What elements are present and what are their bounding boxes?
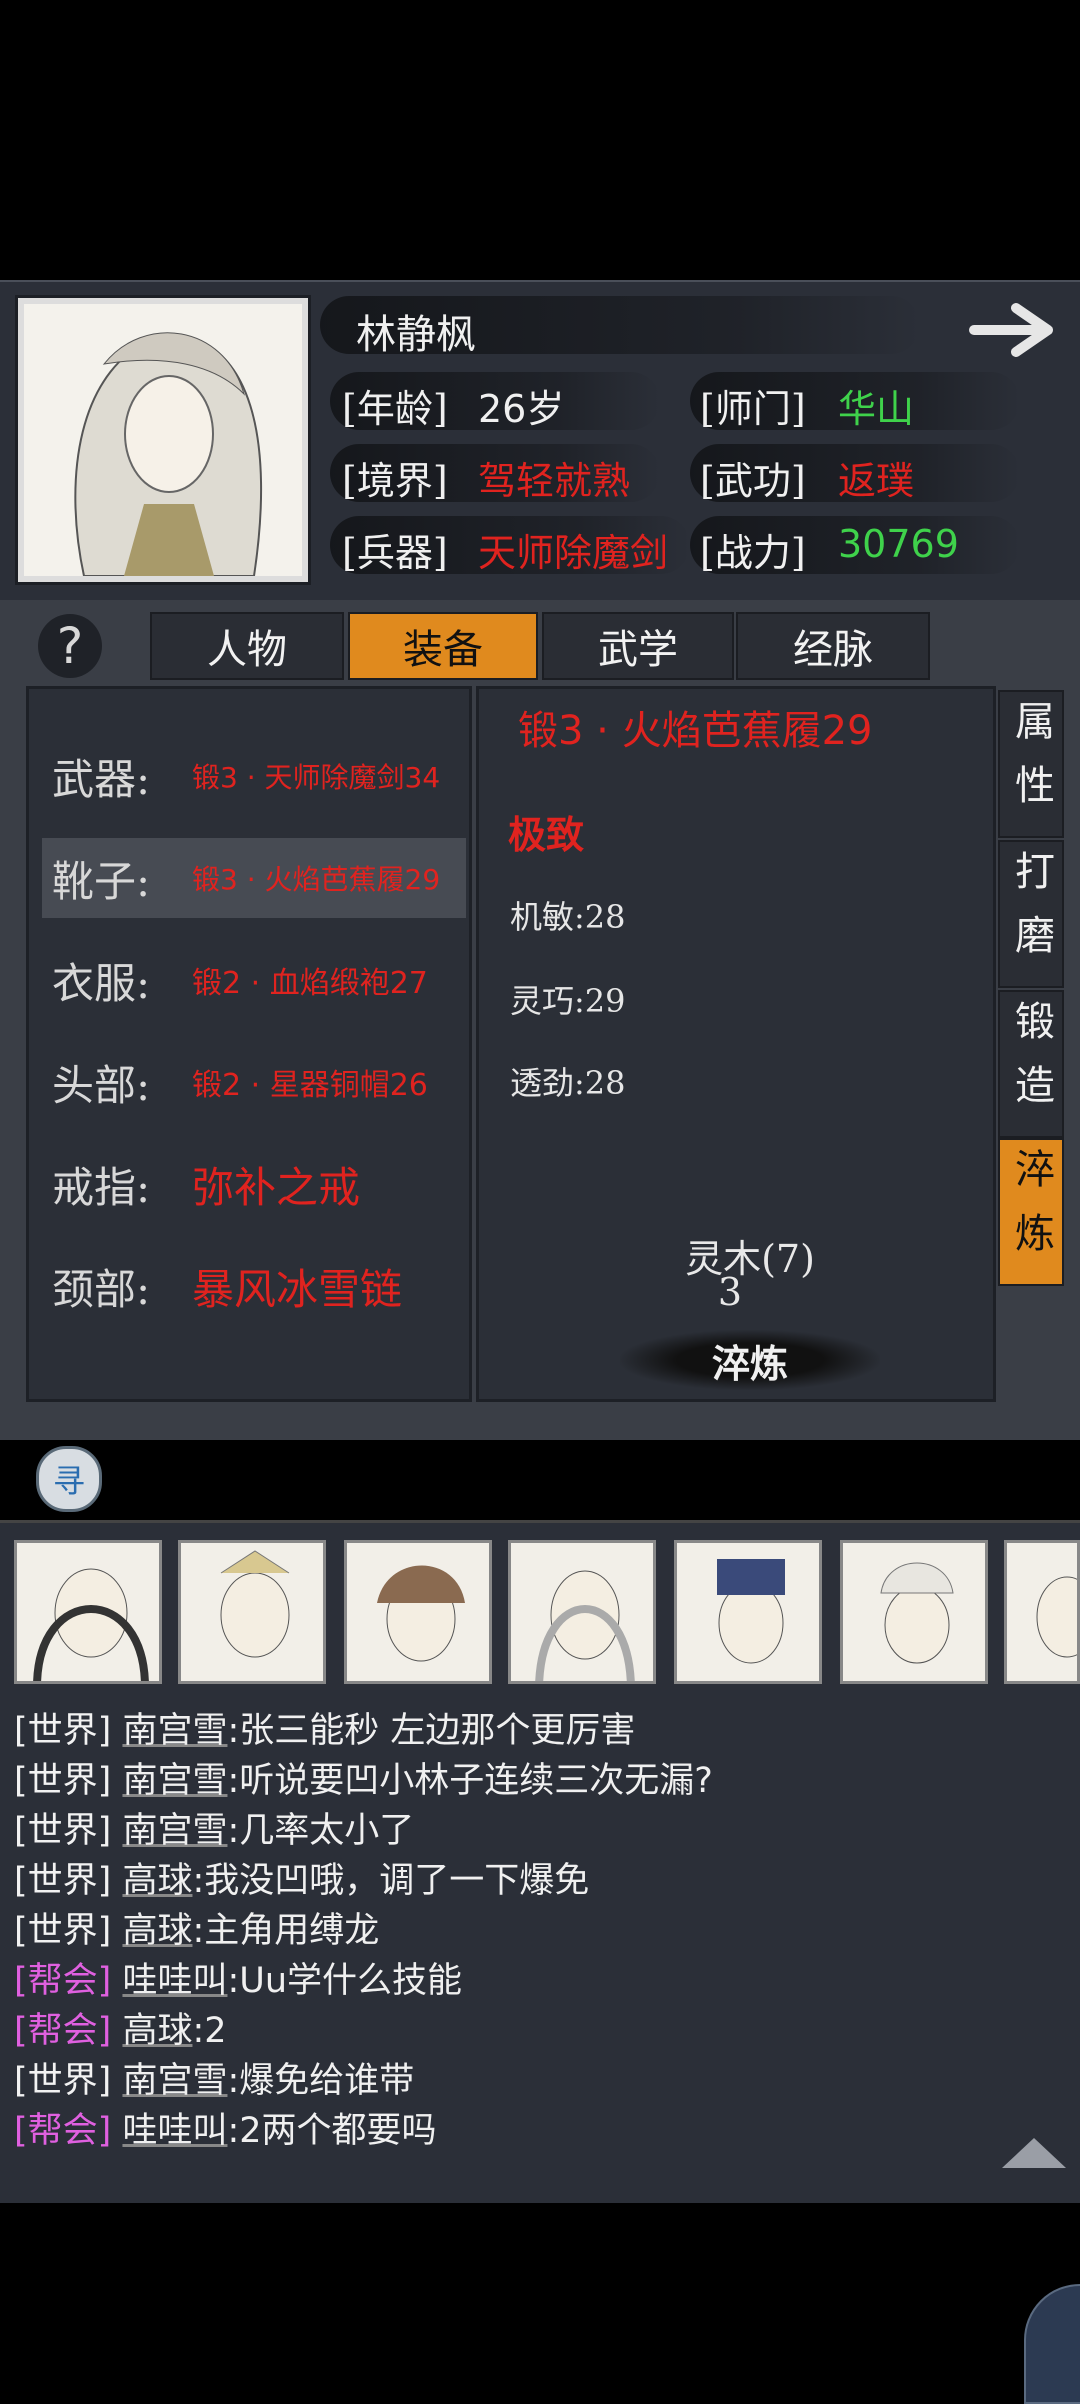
power-label: [战力] — [700, 531, 806, 575]
chat-message: [世界] 南宫雪:张三能秒 左边那个更厉害 — [14, 1702, 635, 1753]
chat-channel: [世界] — [14, 1711, 112, 1751]
refine-material-count: 3 — [717, 1270, 743, 1314]
school-value: 华山 — [838, 387, 915, 431]
party-avatar[interactable] — [508, 1540, 656, 1684]
chat-speaker[interactable]: 高球 — [122, 1911, 192, 1951]
help-icon[interactable]: ? — [38, 614, 102, 678]
tab-martial-arts[interactable]: 武学 — [542, 612, 734, 680]
equip-slot-weapon[interactable]: 武器: 锻3 · 天师除魔剑34 — [30, 736, 468, 816]
party-avatar[interactable] — [1004, 1540, 1080, 1684]
chat-speaker[interactable]: 高球 — [122, 1861, 192, 1901]
equip-slot-neck[interactable]: 颈部: 暴风冰雪链 — [30, 1246, 468, 1326]
slot-item: 锻3 · 火焰芭蕉履29 — [192, 863, 441, 896]
item-grade: 极致 — [508, 812, 585, 857]
chat-text: :我没凹哦，调了一下爆免 — [192, 1861, 590, 1901]
chat-message: [帮会] 哇哇叫:2两个都要吗 — [14, 2102, 437, 2153]
equip-slot-boots[interactable]: 靴子: 锻3 · 火焰芭蕉履29 — [42, 838, 466, 918]
slot-item: 暴风冰雪链 — [192, 1264, 403, 1314]
chat-text: :Uu学什么技能 — [227, 1961, 463, 2001]
character-portrait[interactable] — [18, 298, 308, 582]
slot-item: 锻2 · 星器铜帽26 — [192, 1068, 428, 1103]
party-avatar[interactable] — [178, 1540, 326, 1684]
item-stat: 透劲:28 — [510, 1064, 626, 1102]
menu-corner-icon[interactable] — [1024, 2284, 1080, 2404]
slot-label: 戒指: — [52, 1162, 151, 1212]
chat-speaker[interactable]: 高球 — [122, 2011, 192, 2051]
tab-meridians[interactable]: 经脉 — [736, 612, 930, 680]
chat-channel: [世界] — [14, 1761, 112, 1801]
chat-text: :爆免给谁带 — [227, 2061, 415, 2101]
item-stat: 机敏:28 — [510, 898, 626, 936]
chat-speaker[interactable]: 哇哇叫 — [122, 2111, 227, 2151]
slot-label: 颈部: — [52, 1264, 151, 1314]
chat-text: :2两个都要吗 — [227, 2111, 437, 2151]
chat-message: [帮会] 高球:2 — [14, 2002, 227, 2053]
chat-channel: [帮会] — [14, 1961, 112, 2001]
party-avatar[interactable] — [344, 1540, 492, 1684]
party-avatar[interactable] — [14, 1540, 162, 1684]
chat-message: [世界] 南宫雪:几率太小了 — [14, 1802, 414, 1853]
realm-value: 驾轻就熟 — [478, 459, 631, 503]
slot-label: 武器: — [52, 754, 151, 804]
item-stat: 灵巧:29 — [510, 982, 626, 1020]
weapon-label: [兵器] — [342, 531, 448, 575]
tab-character[interactable]: 人物 — [150, 612, 344, 680]
side-tab-attributes[interactable]: 属性 — [998, 690, 1064, 838]
chat-message: [世界] 南宫雪:爆免给谁带 — [14, 2052, 414, 2103]
party-avatar[interactable] — [840, 1540, 988, 1684]
chat-channel: [世界] — [14, 1911, 112, 1951]
side-tab-refine[interactable]: 淬炼 — [998, 1138, 1064, 1286]
equip-slot-ring[interactable]: 戒指: 弥补之戒 — [30, 1144, 468, 1224]
slot-label: 头部: — [52, 1060, 151, 1110]
chat-speaker[interactable]: 南宫雪 — [122, 1811, 227, 1851]
tab-equipment[interactable]: 装备 — [348, 612, 538, 680]
chat-text: :2 — [192, 2011, 227, 2051]
chat-channel: [世界] — [14, 1811, 112, 1851]
side-tab-forge[interactable]: 锻造 — [998, 990, 1064, 1138]
equip-slot-head[interactable]: 头部: 锻2 · 星器铜帽26 — [30, 1042, 468, 1122]
item-detail-title: 锻3 · 火焰芭蕉履29 — [518, 708, 873, 754]
chat-text: :几率太小了 — [227, 1811, 415, 1851]
next-arrow-icon[interactable] — [968, 298, 1062, 362]
side-tab-label: 打磨 — [1008, 850, 1054, 978]
chat-message: [世界] 高球:我没凹哦，调了一下爆免 — [14, 1852, 589, 1903]
martial-value: 返璞 — [838, 459, 915, 503]
chat-text: :主角用缚龙 — [192, 1911, 380, 1951]
chat-text: :张三能秒 左边那个更厉害 — [227, 1711, 636, 1751]
side-tab-label: 锻造 — [1008, 1000, 1054, 1128]
chat-text: :听说要凹小林子连续三次无漏? — [227, 1761, 713, 1801]
chat-message: [世界] 高球:主角用缚龙 — [14, 1902, 379, 1953]
power-value: 30769 — [838, 522, 959, 566]
chat-speaker[interactable]: 哇哇叫 — [122, 1961, 227, 2001]
martial-label: [武功] — [700, 459, 806, 503]
chat-channel: [世界] — [14, 1861, 112, 1901]
school-label: [师门] — [700, 387, 806, 431]
chat-speaker[interactable]: 南宫雪 — [122, 1711, 227, 1751]
weapon-value: 天师除魔剑 — [478, 531, 669, 575]
slot-item: 锻2 · 血焰缎袍27 — [192, 966, 428, 1001]
slot-label: 衣服: — [52, 958, 151, 1008]
side-tab-label: 属性 — [1008, 700, 1054, 828]
character-name: 林静枫 — [356, 312, 476, 358]
age-value: 26岁 — [478, 387, 565, 431]
realm-label: [境界] — [342, 459, 448, 503]
slot-item: 锻3 · 天师除魔剑34 — [192, 761, 441, 794]
refine-button[interactable]: 淬炼 — [620, 1330, 880, 1390]
chat-channel: [帮会] — [14, 2011, 112, 2051]
chat-speaker[interactable]: 南宫雪 — [122, 1761, 227, 1801]
search-icon[interactable]: 寻 — [36, 1446, 102, 1512]
equip-slot-clothes[interactable]: 衣服: 锻2 · 血焰缎袍27 — [30, 940, 468, 1020]
slot-label: 靴子: — [52, 856, 151, 906]
party-avatar[interactable] — [674, 1540, 822, 1684]
chat-channel: [帮会] — [14, 2111, 112, 2151]
chat-message: [世界] 南宫雪:听说要凹小林子连续三次无漏? — [14, 1752, 713, 1803]
side-tab-polish[interactable]: 打磨 — [998, 840, 1064, 988]
chat-channel: [世界] — [14, 2061, 112, 2101]
age-label: [年龄] — [342, 387, 448, 431]
chat-message: [帮会] 哇哇叫:Uu学什么技能 — [14, 1952, 462, 2003]
side-tab-label: 淬炼 — [1008, 1148, 1054, 1276]
chat-speaker[interactable]: 南宫雪 — [122, 2061, 227, 2101]
slot-item: 弥补之戒 — [192, 1162, 361, 1212]
scroll-up-icon[interactable] — [1002, 2138, 1066, 2168]
